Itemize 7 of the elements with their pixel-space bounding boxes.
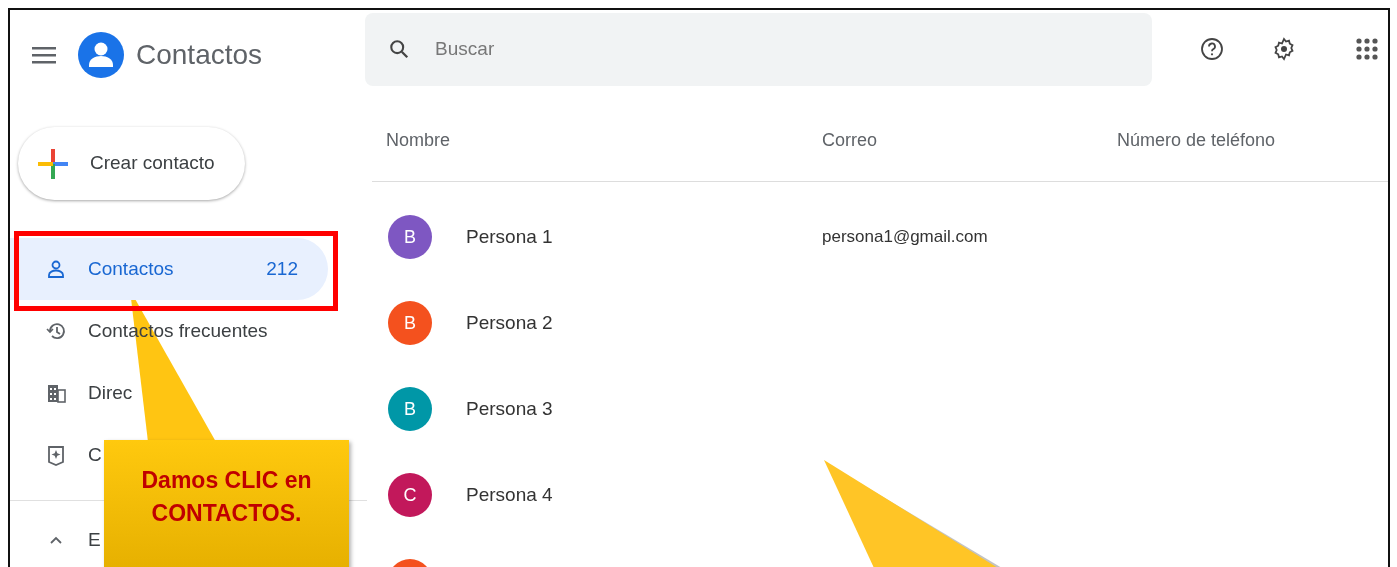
avatar: B: [388, 301, 432, 345]
avatar: C: [388, 473, 432, 517]
avatar: B: [388, 215, 432, 259]
contact-email: persona1@gmail.com: [821, 227, 988, 247]
app-title: Contactos: [136, 38, 263, 72]
avatar: B: [388, 387, 432, 431]
callout-note: Damos CLIC en CONTACTOS.: [104, 440, 349, 567]
